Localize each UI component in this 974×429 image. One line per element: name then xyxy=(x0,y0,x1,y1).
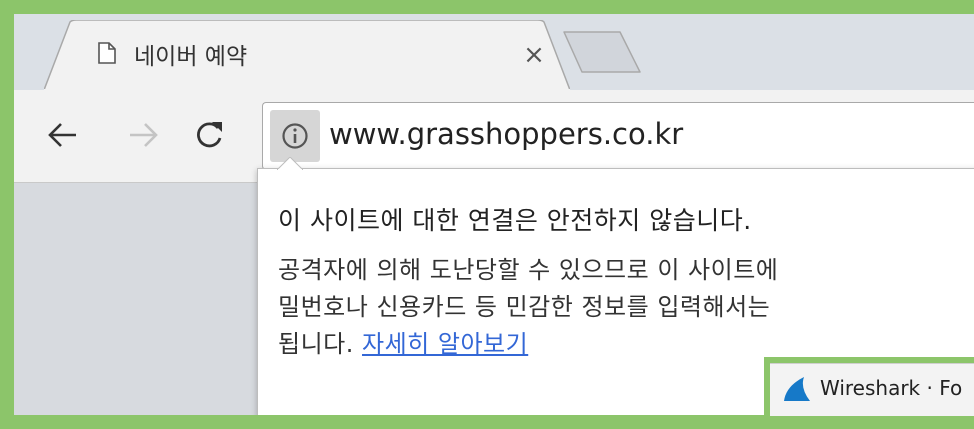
forward-arrow-icon[interactable] xyxy=(126,118,160,152)
learn-more-link[interactable]: 자세히 알아보기 xyxy=(362,330,528,358)
tab-title: 네이버 예약 xyxy=(134,44,248,70)
tab-shape xyxy=(44,20,570,90)
tab-strip: 네이버 예약 × xyxy=(14,14,974,90)
wireshark-taskbar-item[interactable]: Wireshark · Fo xyxy=(770,363,974,416)
reload-icon[interactable] xyxy=(192,118,226,152)
popup-body-line: 밀번호나 신용카드 등 민감한 정보를 입력해서는 xyxy=(278,293,771,321)
document-icon xyxy=(98,42,116,64)
browser-window: 네이버 예약 × www.grasshoppers.co.kr 이 사이트에 대… xyxy=(14,14,974,415)
screenshot-frame: 네이버 예약 × www.grasshoppers.co.kr 이 사이트에 대… xyxy=(0,0,974,429)
popup-heading: 이 사이트에 대한 연결은 안전하지 않습니다. xyxy=(278,206,752,235)
back-arrow-icon[interactable] xyxy=(46,118,80,152)
wireshark-label: Wireshark · Fo xyxy=(820,376,963,400)
wireshark-fin-icon xyxy=(782,376,812,406)
tab-close-button[interactable]: × xyxy=(522,42,546,68)
popup-body-line: 공격자에 의해 도난당할 수 있으므로 이 사이트에 xyxy=(278,256,779,284)
popup-arrow xyxy=(277,157,303,170)
info-icon[interactable] xyxy=(270,110,320,162)
taskbar-peek: Wireshark · Fo xyxy=(764,357,974,416)
popup-body-text: 됩니다. xyxy=(278,330,354,358)
tab-active[interactable]: 네이버 예약 × xyxy=(44,20,570,90)
new-tab-button[interactable] xyxy=(562,30,642,74)
omnibox[interactable]: www.grasshoppers.co.kr xyxy=(262,102,974,170)
url-text[interactable]: www.grasshoppers.co.kr xyxy=(329,117,683,151)
popup-body: 공격자에 의해 도난당할 수 있으므로 이 사이트에 밀번호나 신용카드 등 민… xyxy=(278,252,974,363)
